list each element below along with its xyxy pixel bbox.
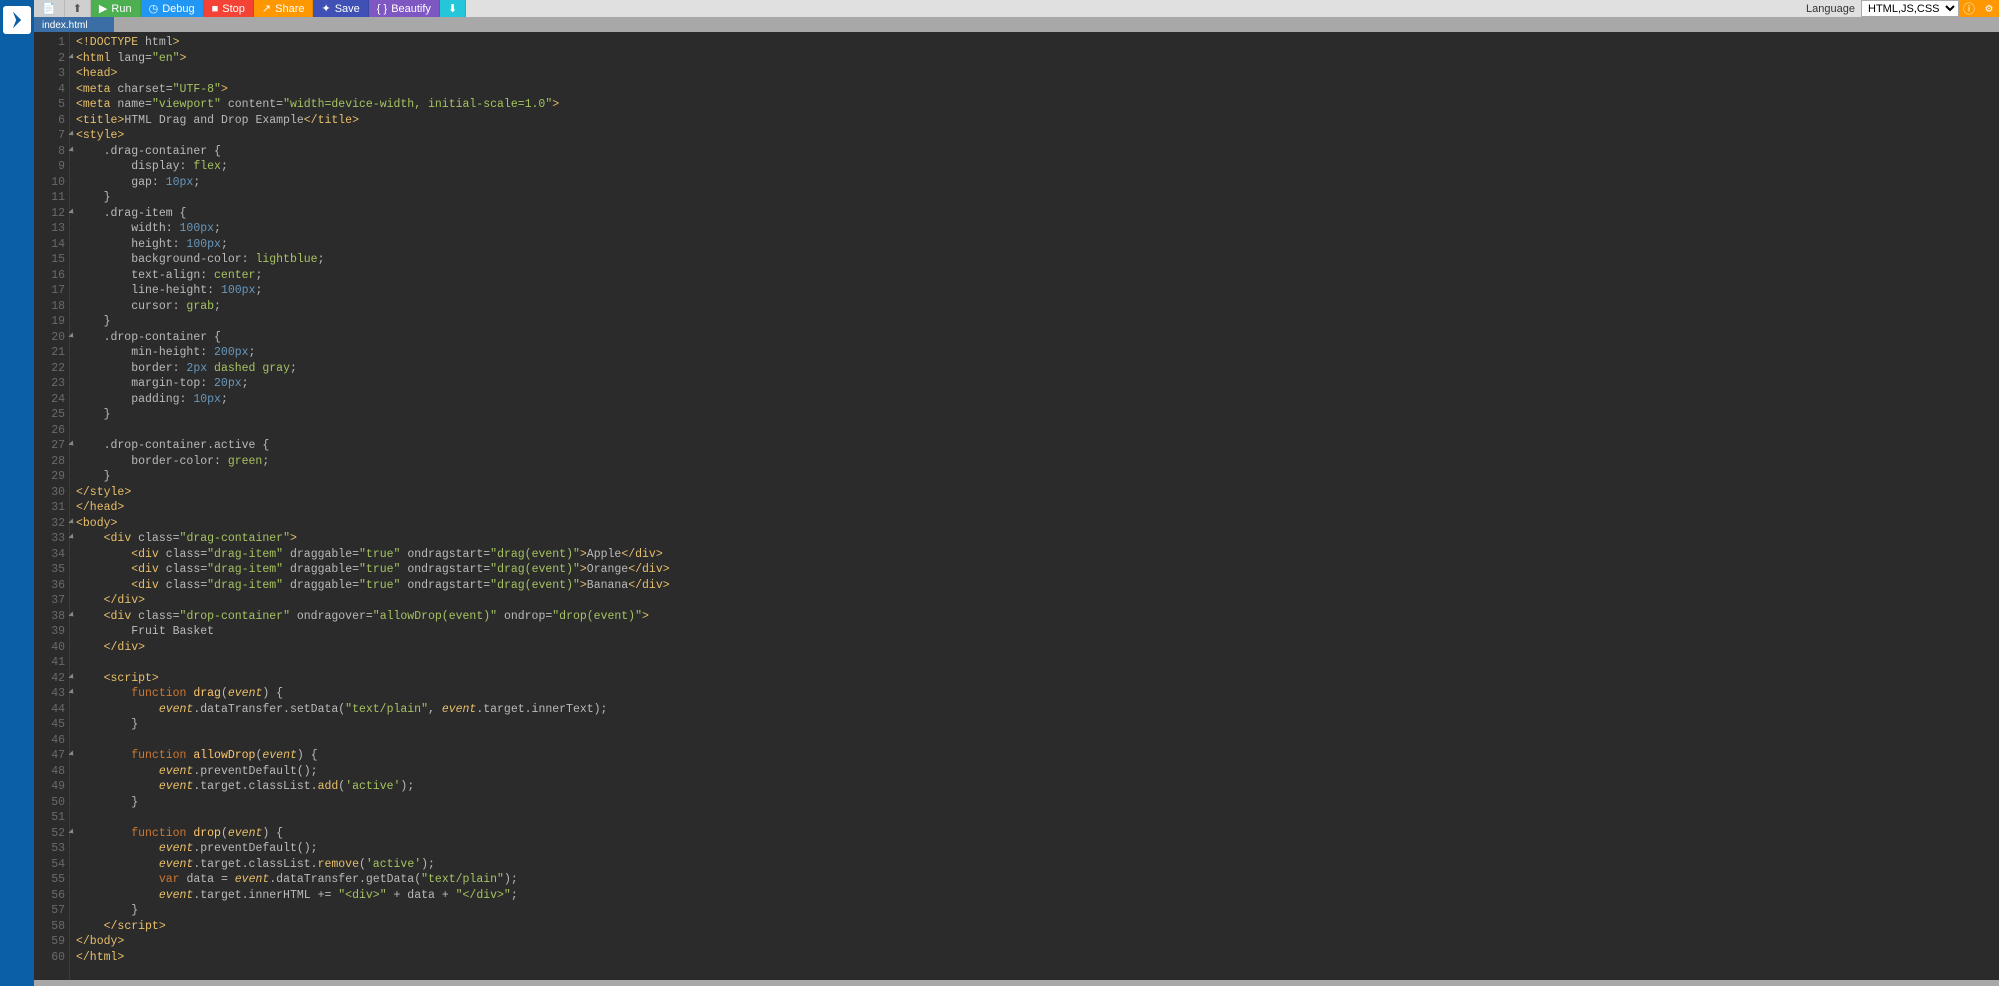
main-area: 📄 ⬆ ▶ Run ◷ Debug ■ Stop ↗ Share ✦ [34, 0, 1999, 986]
left-sidebar [0, 0, 34, 986]
share-icon: ↗ [262, 2, 271, 15]
toolbar: 📄 ⬆ ▶ Run ◷ Debug ■ Stop ↗ Share ✦ [34, 0, 1999, 17]
gear-icon: ⚙ [1985, 1, 1992, 16]
play-icon: ▶ [99, 2, 107, 15]
save-label: Save [335, 3, 360, 15]
editor[interactable]: 1234567891011121314151617181920212223242… [34, 32, 1999, 980]
run-button[interactable]: ▶ Run [91, 0, 141, 17]
file-icon: 📄 [42, 2, 56, 15]
tab-bar: index.html [34, 17, 1999, 32]
share-label: Share [275, 3, 304, 15]
info-icon: ⓘ [1963, 0, 1975, 17]
stop-label: Stop [222, 3, 245, 15]
share-button[interactable]: ↗ Share [254, 0, 314, 17]
clock-icon: ◷ [149, 2, 159, 15]
app-root: 📄 ⬆ ▶ Run ◷ Debug ■ Stop ↗ Share ✦ [0, 0, 1999, 986]
stop-button[interactable]: ■ Stop [204, 0, 254, 17]
beautify-button[interactable]: { } Beautify [369, 0, 440, 17]
save-button[interactable]: ✦ Save [313, 0, 368, 17]
beautify-label: Beautify [391, 3, 431, 15]
stop-icon: ■ [212, 3, 219, 15]
run-label: Run [111, 3, 131, 15]
upload-icon: ⬆ [73, 2, 82, 15]
download-button[interactable]: ⬇ [440, 0, 466, 17]
editor-footer [34, 980, 1999, 986]
language-select[interactable]: HTML,JS,CSS [1861, 0, 1959, 17]
debug-button[interactable]: ◷ Debug [141, 0, 204, 17]
debug-label: Debug [162, 3, 194, 15]
code-area[interactable]: <!DOCTYPE html> <html lang="en"> <head> … [70, 32, 1999, 980]
new-file-button[interactable]: 📄 [34, 0, 65, 17]
info-button[interactable]: ⓘ [1959, 0, 1979, 17]
logo-icon[interactable] [3, 6, 31, 34]
save-icon: ✦ [321, 2, 330, 15]
toolbar-right: Language HTML,JS,CSS ⓘ ⚙ [1800, 0, 1999, 17]
tab-index-html[interactable]: index.html [34, 17, 114, 32]
gutter: 1234567891011121314151617181920212223242… [34, 32, 70, 980]
settings-button[interactable]: ⚙ [1979, 0, 1999, 17]
toolbar-spacer [466, 0, 1800, 17]
tab-label: index.html [42, 20, 88, 31]
upload-button[interactable]: ⬆ [65, 0, 91, 17]
download-icon: ⬇ [448, 2, 457, 15]
braces-icon: { } [377, 3, 387, 15]
language-label: Language [1800, 0, 1861, 17]
